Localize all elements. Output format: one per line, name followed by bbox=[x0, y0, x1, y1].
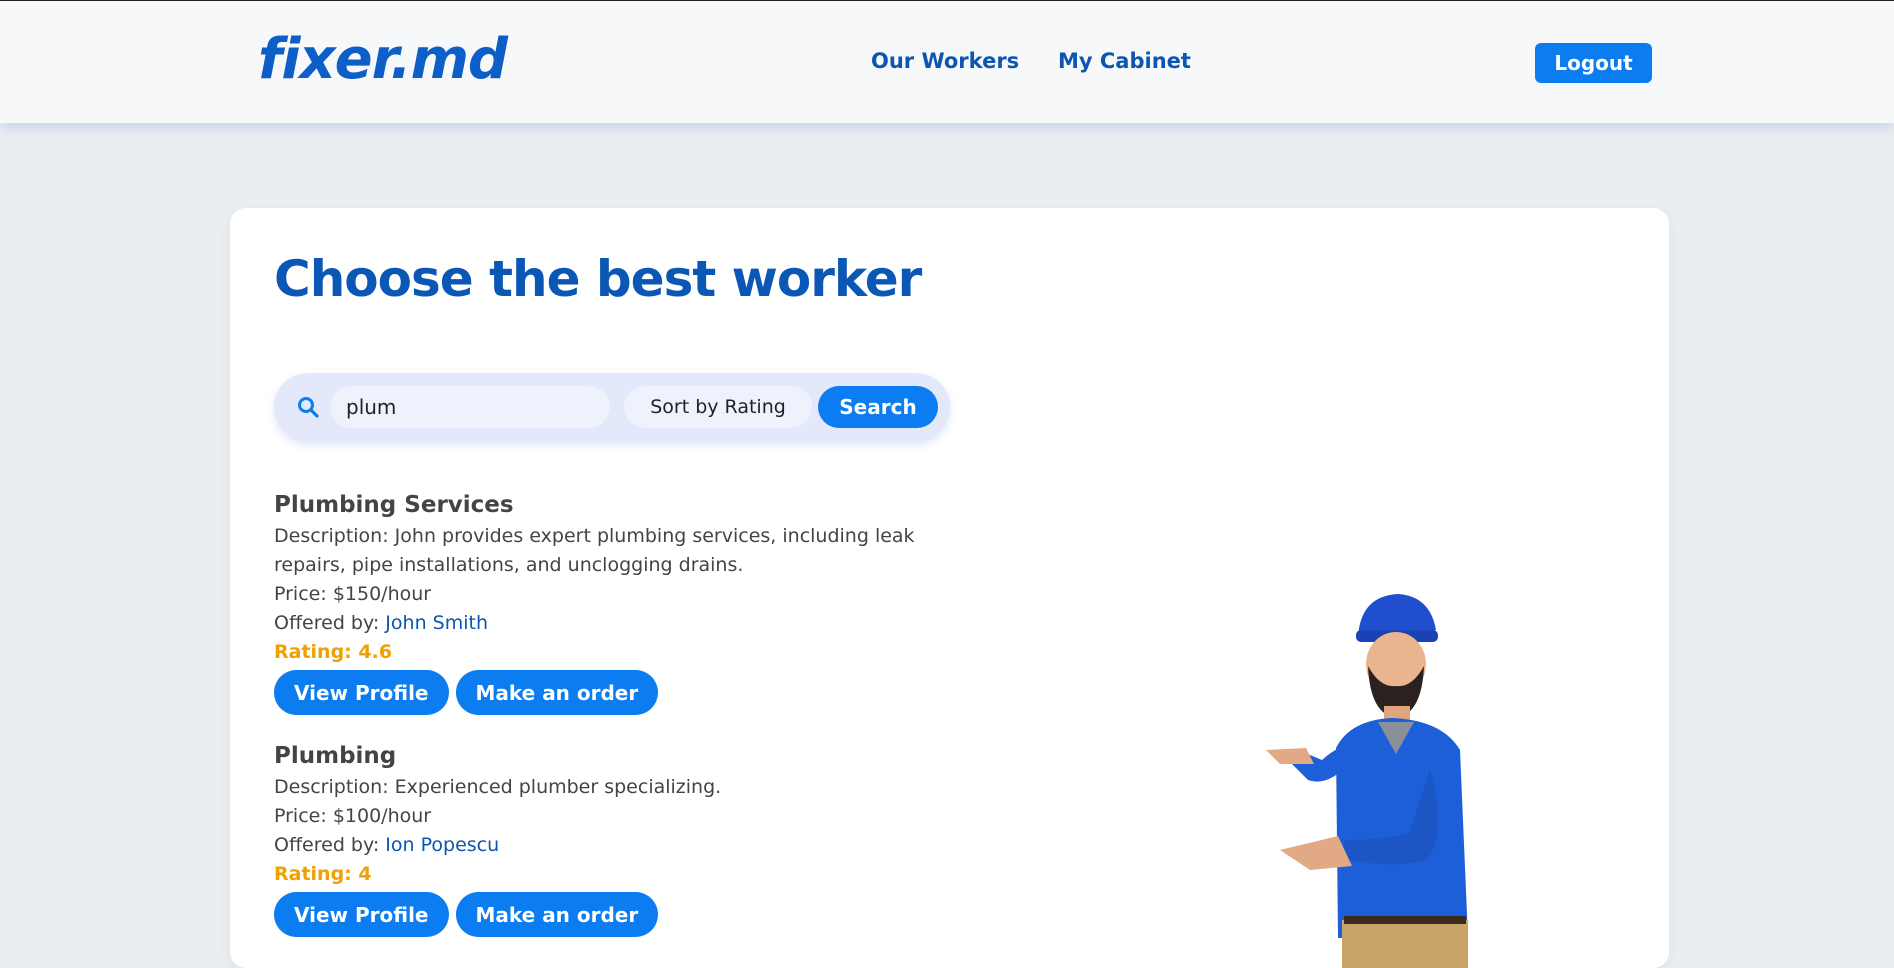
service-listing: Plumbing Description: Experienced plumbe… bbox=[274, 743, 954, 937]
nav-link-our-workers[interactable]: Our Workers bbox=[871, 49, 1019, 73]
search-input[interactable] bbox=[330, 386, 610, 428]
worker-name-link[interactable]: John Smith bbox=[385, 612, 488, 634]
view-profile-button[interactable]: View Profile bbox=[274, 892, 449, 937]
site-logo[interactable]: fixer.md bbox=[258, 27, 508, 92]
service-offered-by: Offered by: John Smith bbox=[274, 612, 488, 634]
service-listing: Plumbing Services Description: John prov… bbox=[274, 492, 954, 715]
listing-actions: View Profile Make an order bbox=[274, 892, 954, 937]
service-price: Price: $150/hour bbox=[274, 583, 432, 605]
make-order-button[interactable]: Make an order bbox=[455, 670, 659, 715]
service-title: Plumbing bbox=[274, 743, 397, 769]
search-icon bbox=[298, 397, 319, 418]
logout-button[interactable]: Logout bbox=[1535, 43, 1652, 83]
service-offered-by: Offered by: Ion Popescu bbox=[274, 834, 500, 856]
plumber-illustration bbox=[1266, 594, 1468, 968]
sort-select[interactable]: Sort by Rating bbox=[624, 386, 812, 428]
service-title: Plumbing Services bbox=[274, 492, 514, 518]
service-rating: Rating: 4 bbox=[274, 863, 372, 885]
search-button[interactable]: Search bbox=[818, 386, 938, 428]
service-price: Price: $100/hour bbox=[274, 805, 432, 827]
nav-link-my-cabinet[interactable]: My Cabinet bbox=[1058, 49, 1191, 73]
service-rating: Rating: 4.6 bbox=[274, 641, 393, 663]
workers-card: Choose the best worker Sort by Rating Se… bbox=[230, 208, 1669, 968]
top-navigation-bar: fixer.md Our Workers My Cabinet Logout bbox=[0, 0, 1894, 123]
listing-actions: View Profile Make an order bbox=[274, 670, 954, 715]
search-bar: Sort by Rating Search bbox=[274, 373, 950, 441]
worker-name-link[interactable]: Ion Popescu bbox=[385, 834, 499, 856]
service-description: Description: Experienced plumber special… bbox=[274, 776, 722, 798]
page-title: Choose the best worker bbox=[274, 250, 922, 308]
service-description: Description: John provides expert plumbi… bbox=[274, 525, 915, 576]
view-profile-button[interactable]: View Profile bbox=[274, 670, 449, 715]
make-order-button[interactable]: Make an order bbox=[455, 892, 659, 937]
